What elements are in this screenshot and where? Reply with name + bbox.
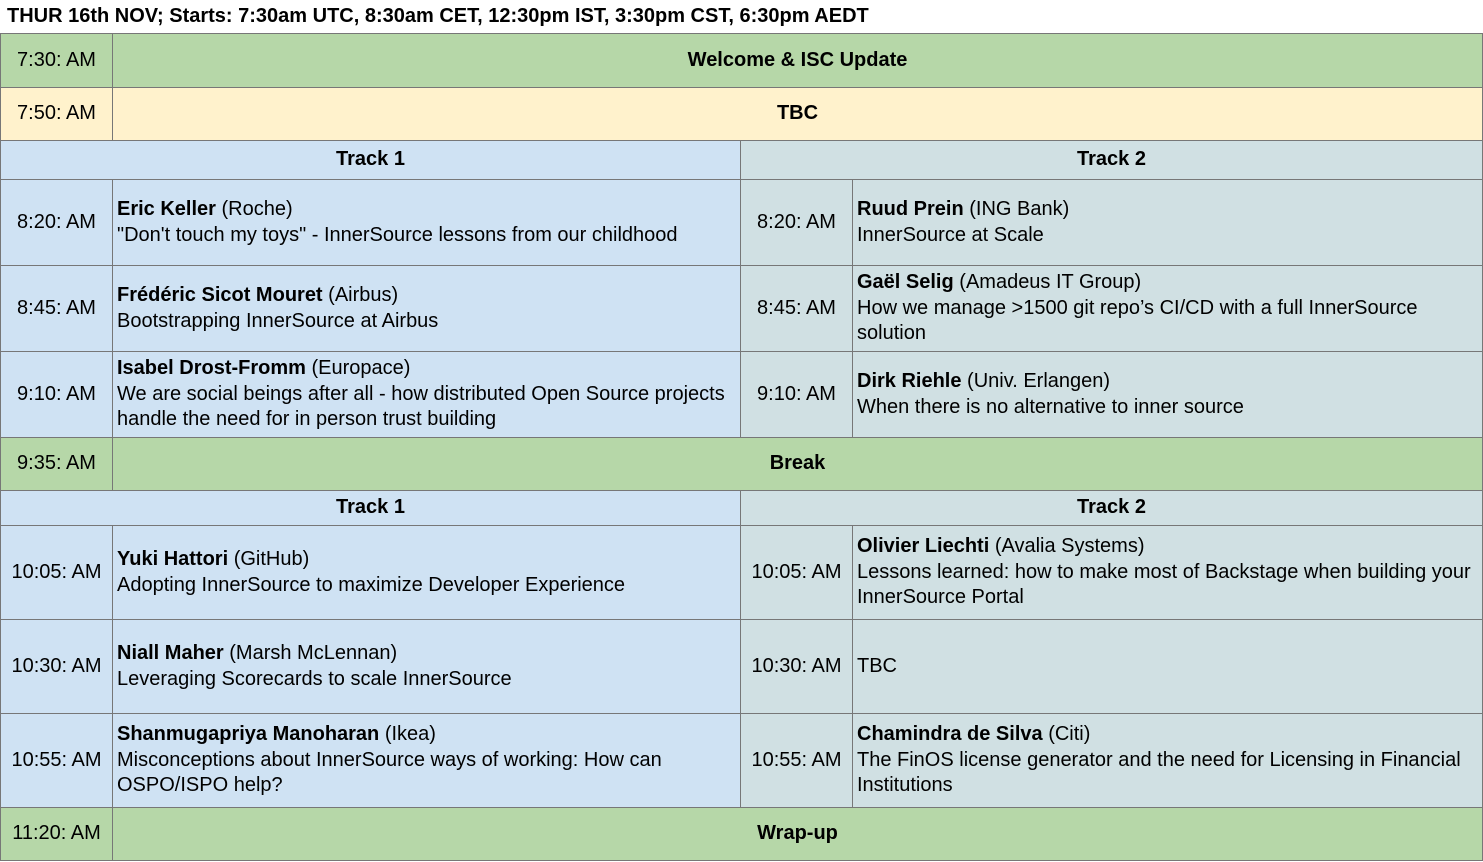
speaker-org: (Europace) — [311, 357, 411, 380]
talk-title: Lessons learned: how to make most of Bac… — [857, 560, 1471, 609]
time-cell: 8:20: AM — [0, 179, 113, 266]
track-header-row: Track 1 Track 2 — [0, 490, 1483, 526]
time-cell: 7:30: AM — [0, 33, 113, 88]
talk-cell: Olivier Liechti (Avalia Systems) Lessons … — [851, 525, 1483, 620]
plenary-row-welcome: 7:30: AM Welcome & ISC Update — [0, 33, 1483, 88]
schedule-table: 7:30: AM Welcome & ISC Update 7:50: AM T… — [0, 33, 1483, 861]
time-cell: 9:10: AM — [0, 351, 113, 438]
talk-cell: Dirk Riehle (Univ. Erlangen) When there i… — [851, 351, 1483, 438]
talk-title: We are social beings after all - how dis… — [117, 382, 725, 431]
time-cell: 11:20: AM — [0, 807, 113, 861]
plenary-row-tbc: 7:50: AM TBC — [0, 87, 1483, 141]
speaker-org: (ING Bank) — [969, 198, 1070, 220]
speaker-org: (Airbus) — [328, 284, 399, 306]
speaker-org: (Ikea) — [384, 723, 436, 746]
talk-row: 10:55: AM Shanmugapriya Manoharan (Ikea)… — [0, 713, 1483, 808]
talk-cell: Yuki Hattori (GitHub) Adopting InnerSourc… — [112, 525, 741, 620]
talk-cell: Shanmugapriya Manoharan (Ikea) Misconcept… — [112, 713, 741, 808]
speaker-name: Ruud Prein — [857, 198, 964, 220]
speaker-name: Frédéric Sicot Mouret — [117, 284, 323, 306]
session-title: TBC — [111, 87, 1483, 141]
speaker-name: Niall Maher — [117, 642, 224, 664]
talk-cell: Niall Maher (Marsh McLennan) Leveraging S… — [112, 619, 741, 714]
track-header-row: Track 1 Track 2 — [0, 140, 1483, 180]
talk-row: 9:10: AM Isabel Drost-Fromm (Europace) We… — [0, 351, 1483, 438]
track-1-header: Track 1 — [0, 140, 741, 180]
schedule-header: THUR 16th NOV; Starts: 7:30am UTC, 8:30a… — [7, 5, 869, 27]
time-cell: 10:05: AM — [0, 525, 113, 620]
talk-row: 8:20: AM Eric Keller (Roche) "Don't touch… — [0, 179, 1483, 266]
talk-cell: Chamindra de Silva (Citi) The FinOS licen… — [851, 713, 1483, 808]
plenary-row-break: 9:35: AM Break — [0, 437, 1483, 491]
time-cell: 9:35: AM — [0, 437, 113, 491]
track-2-header: Track 2 — [739, 140, 1483, 180]
time-cell: 10:05: AM — [740, 525, 853, 620]
talk-cell-tbc: TBC — [851, 619, 1483, 714]
plenary-row-wrapup: 11:20: AM Wrap-up — [0, 807, 1483, 861]
track-2-header: Track 2 — [739, 490, 1483, 526]
talk-title: When there is no alternative to inner so… — [857, 395, 1244, 418]
talk-row: 8:45: AM Frédéric Sicot Mouret (Airbus) B… — [0, 265, 1483, 352]
speaker-org: (Marsh McLennan) — [229, 642, 398, 664]
speaker-name: Eric Keller — [117, 198, 216, 220]
speaker-name: Dirk Riehle — [857, 370, 962, 392]
time-cell: 10:30: AM — [740, 619, 853, 714]
speaker-org: (Avalia Systems) — [994, 535, 1145, 558]
time-cell: 9:10: AM — [740, 351, 853, 438]
talk-row: 10:30: AM Niall Maher (Marsh McLennan) Le… — [0, 619, 1483, 714]
talk-title: The FinOS license generator and the need… — [857, 748, 1461, 797]
speaker-name: Yuki Hattori — [117, 548, 229, 570]
talk-row: 10:05: AM Yuki Hattori (GitHub) Adopting … — [0, 525, 1483, 620]
speaker-name: Shanmugapriya Manoharan — [117, 723, 380, 746]
time-cell: 10:55: AM — [740, 713, 853, 808]
time-cell: 7:50: AM — [0, 87, 113, 141]
speaker-org: (Citi) — [1048, 723, 1091, 746]
time-cell: 8:45: AM — [740, 265, 853, 352]
talk-title: Bootstrapping InnerSource at Airbus — [117, 309, 439, 332]
talk-cell: Frédéric Sicot Mouret (Airbus) Bootstrapp… — [112, 265, 741, 352]
speaker-org: (Amadeus IT Group) — [959, 271, 1142, 294]
talk-cell: Eric Keller (Roche) "Don't touch my toys"… — [112, 179, 741, 266]
time-cell: 10:30: AM — [0, 619, 113, 714]
speaker-name: Isabel Drost-Fromm — [117, 357, 306, 380]
talk-cell: Gaël Selig (Amadeus IT Group) How we mana… — [851, 265, 1483, 352]
speaker-name: Chamindra de Silva — [857, 723, 1043, 746]
talk-title: "Don't touch my toys" - InnerSource less… — [117, 223, 678, 246]
speaker-org: (GitHub) — [233, 548, 310, 570]
time-cell: 8:20: AM — [740, 179, 853, 266]
talk-title: Leveraging Scorecards to scale InnerSour… — [117, 667, 512, 690]
speaker-name: Olivier Liechti — [857, 535, 990, 558]
talk-title: Adopting InnerSource to maximize Develop… — [117, 573, 626, 596]
speaker-name: Gaël Selig — [857, 271, 954, 294]
session-title: Welcome & ISC Update — [111, 33, 1483, 88]
speaker-org: (Roche) — [221, 198, 293, 220]
time-cell: 8:45: AM — [0, 265, 113, 352]
talk-title: How we manage >1500 git repo’s CI/CD wit… — [857, 296, 1418, 345]
talk-cell: Ruud Prein (ING Bank) InnerSource at Scal… — [851, 179, 1483, 266]
track-1-header: Track 1 — [0, 490, 741, 526]
talk-cell: Isabel Drost-Fromm (Europace) We are soci… — [112, 351, 741, 438]
talk-title: Misconceptions about InnerSource ways of… — [117, 748, 662, 797]
session-title: Wrap-up — [111, 807, 1483, 861]
talk-title: InnerSource at Scale — [857, 223, 1044, 246]
speaker-org: (Univ. Erlangen) — [967, 370, 1111, 392]
session-title: Break — [111, 437, 1483, 491]
time-cell: 10:55: AM — [0, 713, 113, 808]
